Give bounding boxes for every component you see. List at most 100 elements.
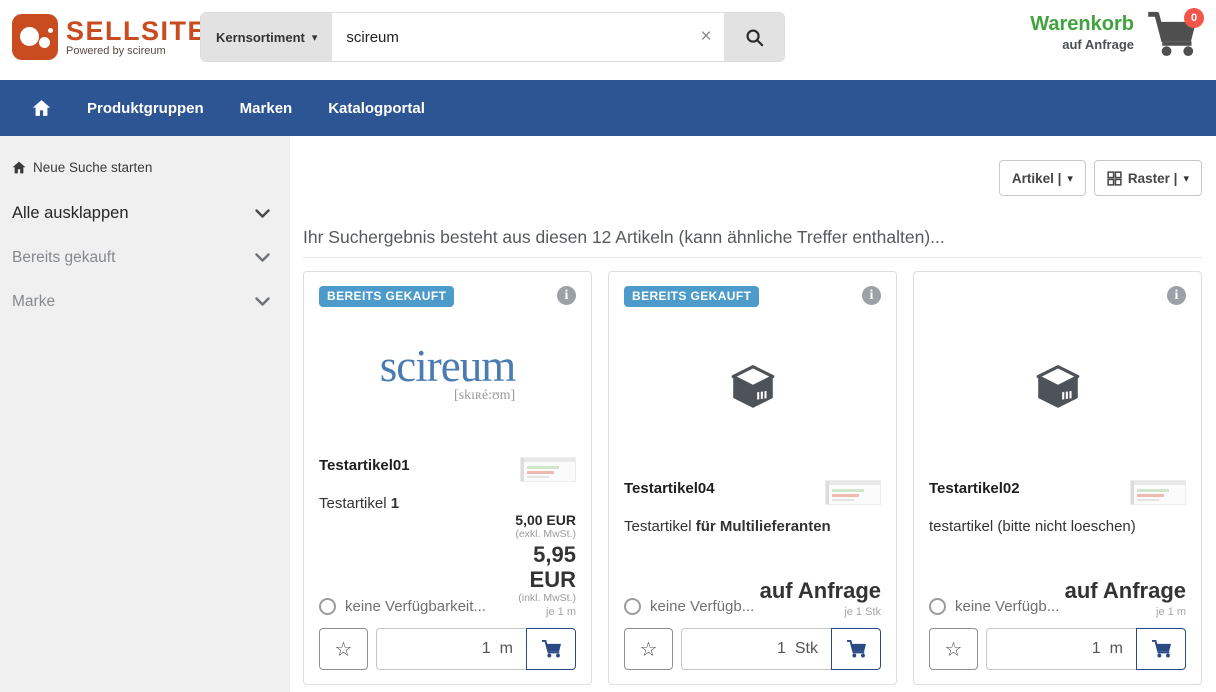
status-badge: BEREITS GEKAUFT [319, 286, 454, 307]
quantity-input[interactable]: 1 m [986, 628, 1136, 670]
product-title[interactable]: Testartikel02 [929, 480, 1020, 497]
add-to-cart-button[interactable] [1136, 628, 1186, 670]
search-scope-label: Kernsortiment [216, 30, 305, 45]
results-summary: Ihr Suchergebnis besteht aus diesen 12 A… [303, 227, 1202, 258]
brand-tagline: Powered by scireum [66, 45, 207, 57]
product-image[interactable]: scireum [skıʀé:ʊm] [319, 307, 576, 443]
home-icon [12, 161, 26, 174]
availability: keine Verfügb... [624, 598, 754, 618]
new-search-link[interactable]: Neue Suche starten [0, 160, 290, 175]
filter-marke[interactable]: Marke [0, 293, 290, 311]
quantity-unit: m [1110, 640, 1123, 658]
info-icon[interactable]: i [557, 286, 576, 305]
home-icon [32, 99, 51, 117]
quantity-input[interactable]: 1 Stk [681, 628, 831, 670]
add-to-cart-button[interactable] [526, 628, 576, 670]
per-unit: je 1 m [486, 606, 576, 618]
header: SELLSITE Powered by scireum Kernsortimen… [0, 0, 1216, 80]
package-icon [728, 362, 778, 412]
per-unit: je 1 m [1065, 606, 1186, 618]
results-area: Artikel | ▾ Raster | ▾ Ihr Suchergebnis … [290, 136, 1216, 692]
main-navigation: Produktgruppen Marken Katalogportal [0, 80, 1216, 136]
status-badge: BEREITS GEKAUFT [624, 286, 759, 307]
nav-item-marken[interactable]: Marken [240, 100, 293, 117]
product-title[interactable]: Testartikel01 [319, 457, 410, 474]
product-image[interactable] [624, 308, 881, 466]
product-subtitle: Testartikel für Multilieferanten [624, 518, 881, 535]
clear-search-icon[interactable]: × [688, 26, 724, 48]
brand-name: SELLSITE [66, 18, 207, 44]
datasheet-thumbnail[interactable] [1130, 480, 1186, 505]
chevron-down-icon [255, 297, 270, 307]
cart-subtitle: auf Anfrage [1030, 37, 1134, 52]
view-toolbar: Artikel | ▾ Raster | ▾ [290, 160, 1202, 196]
price-on-request: auf Anfrage [1065, 578, 1186, 604]
cart-title: Warenkorb [1030, 13, 1134, 35]
view-type-dropdown[interactable]: Artikel | ▾ [999, 160, 1086, 196]
info-icon[interactable]: i [1167, 286, 1186, 305]
new-search-label: Neue Suche starten [33, 160, 152, 175]
price-incl-note: (inkl. MwSt.) [486, 592, 576, 604]
favorite-button[interactable]: ☆ [929, 628, 978, 670]
chevron-down-icon [255, 253, 270, 263]
availability-text: keine Verfügbarkeit... [345, 598, 486, 615]
add-to-cart-button[interactable] [831, 628, 881, 670]
price-on-request: auf Anfrage [760, 578, 881, 604]
price-incl: 5,95 EUR [486, 542, 576, 592]
cart-header[interactable]: Warenkorb auf Anfrage 0 [1030, 10, 1204, 66]
favorite-button[interactable]: ☆ [624, 628, 673, 670]
cart-icon [541, 640, 562, 659]
product-card: BEREITS GEKAUFT i Testartikel04 [608, 271, 897, 685]
availability-indicator-icon [624, 598, 641, 615]
product-card: i Testartikel02 [913, 271, 1202, 685]
filter-label: Marke [12, 293, 55, 311]
filter-bereits-gekauft[interactable]: Bereits gekauft [0, 249, 290, 267]
search-input[interactable] [332, 29, 688, 46]
logo[interactable]: SELLSITE Powered by scireum [12, 14, 207, 60]
quantity-unit: m [500, 640, 513, 658]
product-title[interactable]: Testartikel04 [624, 480, 715, 497]
nav-home-button[interactable] [32, 99, 51, 117]
star-icon: ☆ [335, 637, 353, 662]
scireum-logo-word: scireum [380, 346, 515, 386]
quantity-value: 1 [1092, 640, 1101, 658]
search-button[interactable] [724, 13, 784, 61]
grid-icon [1107, 171, 1122, 186]
product-card: BEREITS GEKAUFT i scireum [skıʀé:ʊm] Tes… [303, 271, 592, 685]
star-icon: ☆ [945, 637, 963, 662]
availability-indicator-icon [929, 598, 946, 615]
expand-all-toggle[interactable]: Alle ausklappen [0, 204, 290, 223]
availability-text: keine Verfügb... [955, 598, 1059, 615]
layout-label: Raster | [1128, 171, 1178, 186]
filter-label: Bereits gekauft [12, 249, 115, 267]
datasheet-thumbnail[interactable] [825, 480, 881, 505]
product-grid: BEREITS GEKAUFT i scireum [skıʀé:ʊm] Tes… [303, 271, 1202, 685]
layout-dropdown[interactable]: Raster | ▾ [1094, 160, 1202, 196]
chevron-down-icon [255, 209, 270, 219]
product-image[interactable] [929, 308, 1186, 466]
favorite-button[interactable]: ☆ [319, 628, 368, 670]
caret-down-icon: ▾ [312, 31, 318, 44]
quantity-input[interactable]: 1 m [376, 628, 526, 670]
price-excl: 5,00 EUR [486, 512, 576, 528]
star-icon: ☆ [640, 637, 658, 662]
availability: keine Verfügb... [929, 598, 1059, 618]
search-scope-dropdown[interactable]: Kernsortiment ▾ [201, 13, 332, 61]
availability-text: keine Verfügb... [650, 598, 754, 615]
availability: keine Verfügbarkeit... [319, 598, 486, 618]
per-unit: je 1 Stk [760, 606, 881, 618]
datasheet-thumbnail[interactable] [520, 457, 576, 482]
nav-item-katalogportal[interactable]: Katalogportal [328, 100, 425, 117]
view-type-label: Artikel | [1012, 171, 1062, 186]
caret-down-icon: ▾ [1067, 172, 1073, 185]
info-icon[interactable]: i [862, 286, 881, 305]
quantity-unit: Stk [795, 640, 818, 658]
quantity-value: 1 [482, 640, 491, 658]
brand-dots-icon [12, 14, 58, 60]
nav-item-produktgruppen[interactable]: Produktgruppen [87, 100, 204, 117]
search-icon [745, 28, 764, 47]
cart-count-badge: 0 [1184, 8, 1204, 28]
caret-down-icon: ▾ [1183, 172, 1189, 185]
cart-icon [1151, 640, 1172, 659]
quantity-value: 1 [777, 640, 786, 658]
